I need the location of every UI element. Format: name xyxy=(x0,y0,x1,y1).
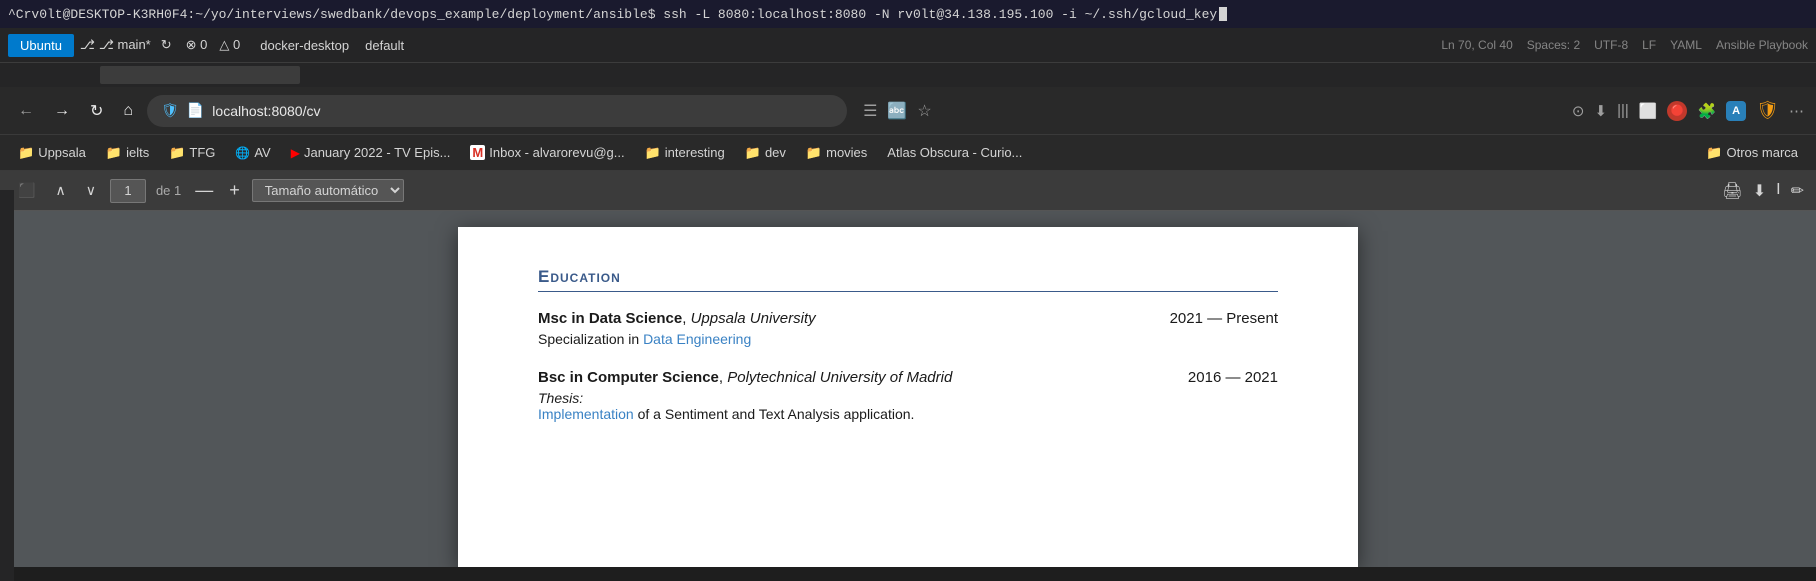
encoding: UTF-8 xyxy=(1594,38,1628,52)
error-count: ⊗ 0 xyxy=(186,37,208,53)
security-shield-icon: 🛡 xyxy=(161,102,179,119)
specialization-prefix: Specialization in xyxy=(538,331,643,347)
education-section-title: Education xyxy=(538,267,1278,292)
vscode-tab-bar: Ubuntu ⎇ ⎇ main* ↻ ⊗ 0 △ 0 docker-deskto… xyxy=(0,28,1816,63)
kube-context: default xyxy=(365,38,404,53)
vscode-search-row xyxy=(0,63,1816,87)
playbook-type: Ansible Playbook xyxy=(1716,38,1808,52)
edu-entry-2-date: 2016 — 2021 xyxy=(1188,369,1278,386)
degree-name-1: Msc in Data Science xyxy=(538,310,682,327)
degree-name-2: Bsc in Computer Science xyxy=(538,369,719,386)
browser-right-icons: ⊙ ⬇ ||| ⬜ 🔴 🧩 A 🛡 ⋯ xyxy=(1572,100,1804,121)
specialization-link[interactable]: Data Engineering xyxy=(643,331,751,347)
edu-thesis: Thesis: xyxy=(538,390,1278,406)
url-text: localhost:8080/cv xyxy=(212,103,320,119)
bookmarks-bar: Uppsala ielts TFG AV January 2022 - TV E… xyxy=(0,135,1816,171)
zoom-in-button[interactable]: + xyxy=(225,180,244,201)
bookmark-TFG[interactable]: TFG xyxy=(161,142,223,164)
bookmark-Inbox[interactable]: Inbox - alvarorevu@g... xyxy=(462,142,632,163)
eol: LF xyxy=(1642,38,1656,52)
bookmark-movies[interactable]: movies xyxy=(798,142,875,164)
bookmark-Uppsala[interactable]: Uppsala xyxy=(10,142,94,164)
toggle-sidebar-button[interactable]: ⬛ xyxy=(12,180,41,201)
language: YAML xyxy=(1670,38,1702,52)
thesis-rest: of a Sentiment and Text Analysis applica… xyxy=(634,406,915,422)
pdf-content-wrapper: Education Msc in Data Science, Uppsala U… xyxy=(0,211,1816,567)
university-name-2: Polytechnical University of Madrid xyxy=(727,369,952,386)
collection-icon[interactable]: ||| xyxy=(1617,102,1629,119)
translate-icon[interactable]: 🔤 xyxy=(887,101,907,121)
bookmark-interesting[interactable]: interesting xyxy=(637,142,733,164)
edu-entry-1-row: Msc in Data Science, Uppsala University … xyxy=(538,310,1278,327)
vscode-status-bar: Ln 70, Col 40 Spaces: 2 UTF-8 LF YAML An… xyxy=(1441,38,1808,52)
pdf-print-icon[interactable]: 🖨 xyxy=(1722,181,1742,201)
terminal-bar: ^Crv0lt@DESKTOP-K3RH0F4:~/yo/interviews/… xyxy=(0,0,1816,28)
browser-chrome: ← → ↻ ⌂ 🛡 📄 localhost:8080/cv ☰ 🔤 ☆ ⊙ ⬇ … xyxy=(0,87,1816,135)
address-bar[interactable]: 🛡 📄 localhost:8080/cv xyxy=(147,95,847,127)
pdf-text-cursor-icon[interactable]: I xyxy=(1776,181,1780,201)
ext-red-icon[interactable]: 🔴 xyxy=(1667,101,1687,121)
edu-entry-1-date: 2021 — Present xyxy=(1170,310,1278,327)
tab-ubuntu[interactable]: Ubuntu xyxy=(8,34,74,57)
forward-button[interactable]: → xyxy=(48,98,76,124)
page-down-button[interactable]: ∨ xyxy=(80,180,102,201)
terminal-text: ^Crv0lt@DESKTOP-K3RH0F4:~/yo/interviews/… xyxy=(8,7,1217,22)
edu-entry-2-degree: Bsc in Computer Science, Polytechnical U… xyxy=(538,369,952,386)
edu-entry-2-row: Bsc in Computer Science, Polytechnical U… xyxy=(538,369,1278,386)
zoom-out-button[interactable]: — xyxy=(191,180,217,201)
bookmark-AtlasObscura[interactable]: Atlas Obscura - Curio... xyxy=(879,142,1030,163)
git-branch-icon: ⎇ xyxy=(80,37,95,53)
bookmark-icon[interactable]: ☆ xyxy=(917,101,931,121)
extensions-menu-icon[interactable]: ⋯ xyxy=(1789,102,1804,120)
page-favicon: 📄 xyxy=(187,102,204,119)
ext-shield-icon[interactable]: 🛡 xyxy=(1756,100,1779,121)
degree-comma-1: , xyxy=(682,310,690,327)
pdf-right-tools: 🖨 ⬇ I ✏ xyxy=(1722,181,1804,201)
university-name-1: Uppsala University xyxy=(691,310,816,327)
reader-view-icon[interactable]: ☰ xyxy=(863,101,877,121)
spaces: Spaces: 2 xyxy=(1527,38,1580,52)
git-branch-indicator: ⎇ ⎇ main* ↻ ⊗ 0 △ 0 docker-desktop defau… xyxy=(80,37,404,53)
cursor xyxy=(1219,7,1227,21)
refresh-button[interactable]: ↻ xyxy=(84,97,109,125)
pdf-page: Education Msc in Data Science, Uppsala U… xyxy=(458,227,1358,567)
bookmark-dev[interactable]: dev xyxy=(737,142,794,164)
page-up-button[interactable]: ∧ xyxy=(49,180,71,201)
cursor-position: Ln 70, Col 40 xyxy=(1441,38,1512,52)
bookmark-ielts[interactable]: ielts xyxy=(98,142,157,164)
thesis-link[interactable]: Implementation xyxy=(538,406,634,422)
education-entry-2: Bsc in Computer Science, Polytechnical U… xyxy=(538,369,1278,422)
home-button[interactable]: ⌂ xyxy=(117,98,139,124)
docker-context: docker-desktop xyxy=(260,38,349,53)
thesis-label: Thesis: xyxy=(538,390,583,406)
branch-name: ⎇ main* xyxy=(99,37,151,53)
bookmark-OtrosMarca[interactable]: Otros marca xyxy=(1698,142,1806,164)
zoom-select[interactable]: Tamaño automático xyxy=(252,179,404,202)
pdf-save-icon[interactable]: ⬇ xyxy=(1753,181,1766,201)
bookmark-AV[interactable]: AV xyxy=(227,142,278,163)
sync-icon[interactable]: ↻ xyxy=(161,37,172,53)
pdf-annotate-icon[interactable]: ✏ xyxy=(1791,181,1804,201)
page-number-input[interactable] xyxy=(110,179,146,203)
page-separator: de 1 xyxy=(156,183,181,198)
search-progress-bar xyxy=(100,66,300,84)
back-button[interactable]: ← xyxy=(12,98,40,124)
education-entry-1: Msc in Data Science, Uppsala University … xyxy=(538,310,1278,347)
pocket-icon[interactable]: ⊙ xyxy=(1572,102,1585,120)
browser-action-icons: ☰ 🔤 ☆ xyxy=(863,101,932,121)
ext-puzzle-icon[interactable]: 🧩 xyxy=(1697,102,1716,120)
edu-entry-1-degree: Msc in Data Science, Uppsala University xyxy=(538,310,816,327)
edu-specialization: Specialization in Data Engineering xyxy=(538,331,1278,347)
degree-comma-2: , xyxy=(719,369,727,386)
pdf-toolbar: ⬛ ∧ ∨ de 1 — + Tamaño automático 🖨 ⬇ I ✏ xyxy=(0,171,1816,211)
edu-thesis-title-row: Implementation of a Sentiment and Text A… xyxy=(538,406,1278,422)
warning-count: △ 0 xyxy=(219,37,240,53)
left-sidebar-strip xyxy=(0,211,14,567)
ext-blue-icon[interactable]: A xyxy=(1726,101,1746,121)
download-icon[interactable]: ⬇ xyxy=(1594,102,1607,120)
sidebar-icon[interactable]: ⬜ xyxy=(1639,102,1658,120)
bookmark-January2022[interactable]: January 2022 - TV Epis... xyxy=(283,142,459,163)
